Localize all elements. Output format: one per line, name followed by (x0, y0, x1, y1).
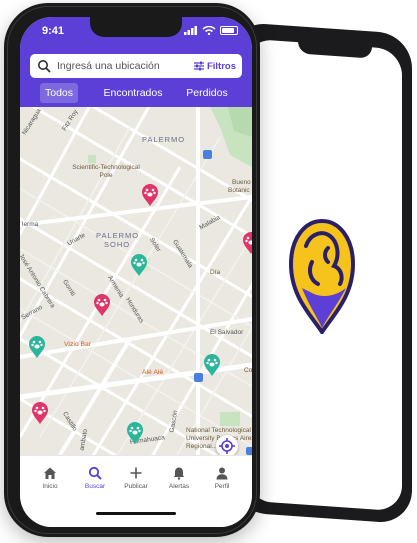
nav-buscar-label: Buscar (84, 483, 106, 490)
app-logo-icon (288, 218, 356, 334)
paw-pin-icon (142, 184, 158, 206)
paw-pin-icon (131, 254, 147, 276)
street-lerma: lerma (22, 221, 39, 228)
locate-me-button[interactable] (216, 435, 238, 455)
nav-alertas-label: Alertas (168, 483, 190, 490)
user-icon (216, 467, 228, 480)
search-icon (38, 60, 51, 73)
signal-icon (184, 26, 197, 35)
status-time: 9:41 (42, 25, 65, 37)
tab-todos[interactable]: Todos (40, 83, 78, 103)
pin-found[interactable] (126, 421, 144, 445)
place-ale-ale: Alé Alé (142, 369, 164, 376)
place-coto-partial: Co (244, 367, 252, 374)
nav-perfil-label: Perfil (214, 483, 230, 490)
pin-lost[interactable] (141, 183, 159, 207)
district-palermo: PALERMO (142, 135, 186, 144)
crosshair-icon (219, 438, 235, 454)
home-icon (44, 467, 56, 479)
pin-lost[interactable] (31, 401, 49, 425)
paw-pin-icon (29, 336, 45, 358)
nav-perfil[interactable]: Perfil (199, 466, 245, 490)
wifi-icon (202, 26, 216, 35)
nav-inicio[interactable]: Inicio (27, 466, 73, 490)
phone-frame: 9:41 Ingresá una ubicación Filtros Todos (4, 3, 260, 537)
tab-encontrados[interactable]: Encontrados (100, 83, 166, 103)
street-el-salvador: El Salvador (210, 329, 244, 336)
nav-alertas[interactable]: Alertas (156, 466, 202, 490)
status-bar: 9:41 (20, 17, 252, 45)
bottom-nav: Inicio Buscar Publicar Alertas Perfil (20, 455, 252, 527)
search-icon (88, 466, 102, 480)
map-streets (20, 107, 252, 455)
paw-pin-icon (127, 422, 143, 444)
place-botanical-line2: Botanic (228, 187, 250, 194)
bell-icon (173, 467, 185, 480)
place-vizio-bar: Vizio Bar (64, 341, 92, 348)
pin-found[interactable] (28, 335, 46, 359)
place-botanical-line1: Bueno (232, 179, 251, 186)
sliders-icon (193, 61, 204, 71)
phone-notch (90, 17, 182, 37)
paw-pin-icon (32, 402, 48, 424)
nav-buscar[interactable]: Buscar (72, 466, 118, 490)
pin-lost[interactable] (93, 293, 111, 317)
paw-pin-icon (94, 294, 110, 316)
tab-perdidos[interactable]: Perdidos (182, 83, 232, 103)
phone-screen: 9:41 Ingresá una ubicación Filtros Todos (20, 17, 252, 527)
pin-found[interactable] (130, 253, 148, 277)
pin-found[interactable] (203, 353, 221, 377)
pin-lost[interactable] (242, 231, 252, 255)
district-palermo-soho-line1: PALERMO (96, 231, 140, 240)
nav-publicar[interactable]: Publicar (113, 466, 159, 490)
search-input[interactable]: Ingresá una ubicación (57, 60, 194, 72)
map-view[interactable]: PALERMO PALERMO SOHO Fitz Roy Nicaragua … (20, 107, 252, 455)
search-bar[interactable]: Ingresá una ubicación Filtros (30, 54, 242, 78)
status-icons (184, 26, 238, 35)
nav-publicar-label: Publicar (124, 483, 148, 490)
filters-button[interactable]: Filtros (193, 60, 236, 72)
paw-pin-icon (204, 354, 220, 376)
filters-label: Filtros (206, 60, 236, 72)
district-palermo-soho-line2: SOHO (104, 240, 131, 249)
plus-icon (130, 467, 142, 479)
app-header: 9:41 Ingresá una ubicación Filtros Todos (20, 17, 252, 107)
place-scientific-pole: Scientific-Technological Pole (72, 164, 140, 179)
battery-icon (220, 26, 238, 35)
nav-inicio-label: Inicio (42, 483, 58, 490)
tabs: Todos Encontrados Perdidos (20, 83, 252, 105)
paw-pin-icon (243, 232, 252, 254)
home-indicator (96, 512, 176, 515)
place-dia: Día (210, 269, 221, 276)
